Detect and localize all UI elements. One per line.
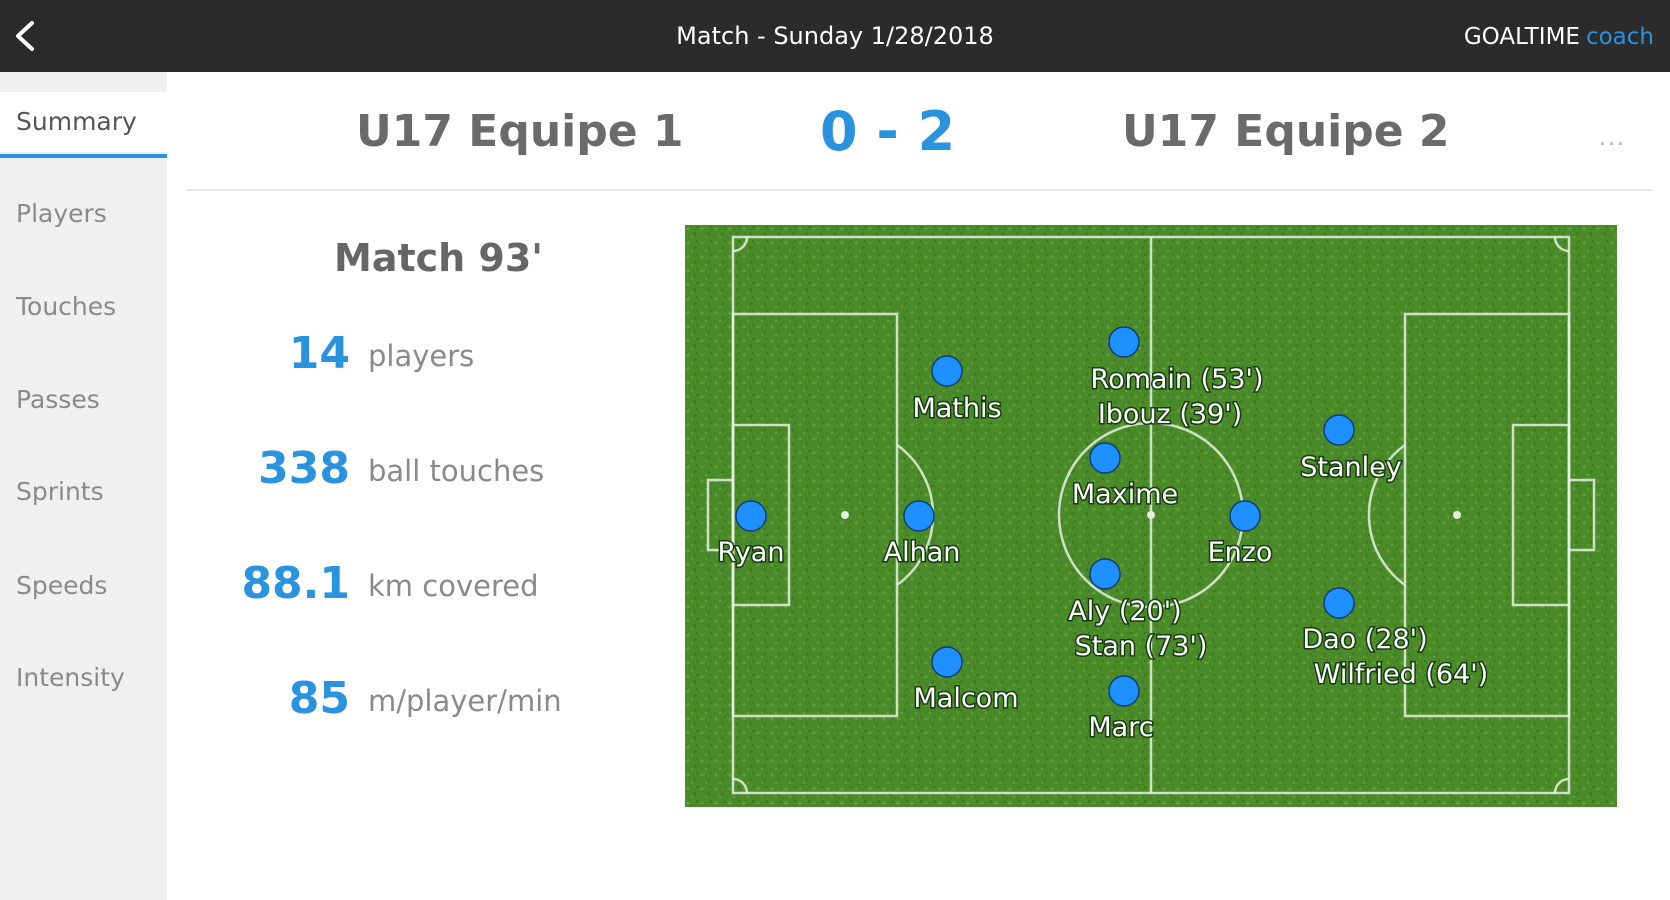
away-team-name: U17 Equipe 2 <box>1122 106 1450 157</box>
sidebar: Summary Players Touches Passes Sprints S… <box>0 72 167 900</box>
stat-label: players <box>368 339 475 373</box>
top-bar: Match - Sunday 1/28/2018 GOALTIME coach <box>0 0 1670 72</box>
sidebar-item-summary[interactable]: Summary <box>0 92 167 158</box>
player-substitute-name: Stan (73') <box>1075 631 1208 662</box>
stat-value: 14 <box>288 328 350 379</box>
player-substitute-name: Ibouz (39') <box>1098 399 1242 430</box>
match-duration: Match 93' <box>334 236 543 280</box>
page-title: Match - Sunday 1/28/2018 <box>676 22 994 50</box>
player-name: Mathis <box>912 393 1001 424</box>
stat-value: 338 <box>258 443 350 494</box>
player-name: Malcom <box>913 683 1018 714</box>
player-name: Alhan <box>884 537 961 568</box>
sidebar-item-players[interactable]: Players <box>0 184 167 244</box>
brand-main: GOALTIME <box>1463 24 1580 50</box>
stat-value: 85 <box>288 673 350 724</box>
back-button[interactable] <box>8 14 42 58</box>
sidebar-item-label: Passes <box>16 385 100 414</box>
brand-accent: coach <box>1585 24 1654 50</box>
stat-label: ball touches <box>368 454 545 488</box>
stat-players: 14 players <box>220 325 660 385</box>
stat-label: km covered <box>368 569 539 603</box>
stat-meters-per-player: 85 m/player/min <box>220 670 660 730</box>
sidebar-item-label: Speeds <box>16 571 108 600</box>
pitch-view: Ryan Mathis Alhan Malcom Romain (53') Ib… <box>685 225 1617 807</box>
player-name: Marc <box>1088 712 1153 743</box>
sidebar-item-speeds[interactable]: Speeds <box>0 556 167 616</box>
home-team-name: U17 Equipe 1 <box>356 106 684 157</box>
stat-km-covered: 88.1 km covered <box>220 555 660 615</box>
player-name: Maxime <box>1072 479 1178 510</box>
more-options-button[interactable]: ... <box>1599 126 1626 151</box>
sidebar-item-touches[interactable]: Touches <box>0 277 167 337</box>
player-name: Dao (28') <box>1302 624 1427 655</box>
stat-label: m/player/min <box>368 684 562 718</box>
sidebar-item-label: Summary <box>16 107 137 136</box>
scoreboard: U17 Equipe 1 0 - 2 U17 Equipe 2 ... <box>176 96 1656 186</box>
sidebar-item-label: Touches <box>16 292 117 321</box>
stat-ball-touches: 338 ball touches <box>220 440 660 500</box>
stat-value: 88.1 <box>241 558 350 609</box>
brand-logo: GOALTIME coach <box>1464 24 1654 50</box>
sidebar-item-label: Sprints <box>16 477 104 506</box>
player-name: Romain (53') <box>1091 364 1264 395</box>
sidebar-item-intensity[interactable]: Intensity <box>0 648 167 708</box>
player-substitute-name: Wilfried (64') <box>1314 659 1488 690</box>
sidebar-item-passes[interactable]: Passes <box>0 370 167 430</box>
sidebar-item-label: Players <box>16 199 107 228</box>
football-pitch: Ryan Mathis Alhan Malcom Romain (53') Ib… <box>685 225 1617 807</box>
match-score: 0 - 2 <box>820 100 956 163</box>
player-name: Ryan <box>718 537 785 568</box>
divider <box>186 189 1652 191</box>
player-name: Stanley <box>1300 452 1401 483</box>
sidebar-item-label: Intensity <box>16 663 125 692</box>
sidebar-item-sprints[interactable]: Sprints <box>0 462 167 522</box>
player-name: Aly (20') <box>1068 596 1181 627</box>
player-name: Enzo <box>1208 537 1273 568</box>
chevron-left-icon <box>16 21 34 51</box>
